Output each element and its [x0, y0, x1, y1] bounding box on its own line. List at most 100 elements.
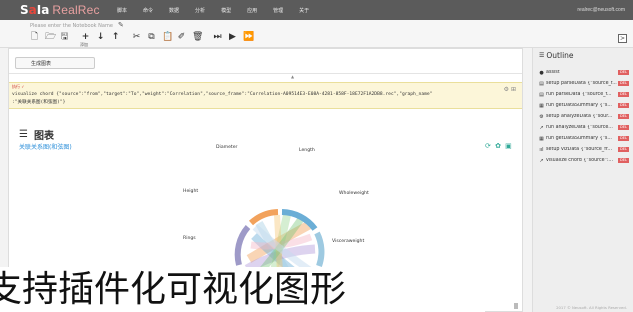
collapse-arrow-icon[interactable]: ▲ [291, 74, 294, 79]
brush-icon[interactable]: ✐ [177, 32, 186, 43]
code-line-1[interactable]: visualize chord {"source":"from","target… [12, 92, 432, 97]
outline-item-label: visualize chord {"source":... [546, 158, 613, 163]
outline-list-icon: ☰ [539, 52, 545, 59]
chord-label-diameter: Diameter [216, 145, 238, 150]
outline-item-label: setup analyzeData {"sour... [546, 114, 613, 119]
logo-text: RealRec [52, 3, 100, 17]
move-up-icon[interactable]: ↑ [111, 32, 120, 43]
save-icon[interactable]: 🖫 [60, 32, 69, 43]
list-icon: ☰ [19, 128, 28, 140]
outline-item-label: run getDataSummary {"s... [546, 136, 612, 141]
run-all-icon[interactable]: ⏩ [243, 32, 254, 43]
outline-item[interactable]: ● assist DEL [537, 67, 632, 78]
cut-icon[interactable]: ✂ [132, 32, 141, 43]
copyright-text: 2017 © Neusoft. All Rights Reserved. [556, 305, 627, 310]
paste-icon[interactable]: 📋 [162, 32, 173, 43]
app-logo[interactable]: SaIa RealRec [20, 3, 100, 17]
outline-delete-badge[interactable]: DEL [618, 70, 630, 75]
code-line-2[interactable]: :"关联关系图(和弦图)"} [12, 99, 65, 105]
outline-item[interactable]: ▤ setup parseData {"source_f... DEL [537, 78, 632, 89]
run-icon[interactable]: ▶ [228, 32, 237, 43]
outline-panel: ☰ Outline ● assist DEL ▤ setup parseData… [532, 48, 633, 312]
file-icon: ▤ [539, 80, 544, 87]
outline-delete-badge[interactable]: DEL [618, 125, 630, 130]
chord-label-visceraweight: Visceraweight [332, 239, 365, 244]
chord-arc-diameter [248, 209, 279, 226]
outline-item-label: setup parseData {"source_f... [546, 81, 617, 86]
outline-delete-badge[interactable]: DEL [618, 103, 630, 108]
chord-label-height: Height [183, 189, 199, 194]
step-icon[interactable]: ⏭ [213, 32, 222, 43]
file-icon: ▤ [539, 91, 544, 98]
open-folder-icon[interactable]: 🗁 [45, 32, 56, 43]
table-icon: ▦ [539, 102, 544, 109]
outline-delete-badge[interactable]: DEL [618, 158, 630, 163]
nav-item-about[interactable]: 关于 [299, 7, 309, 14]
outline-list: ● assist DEL ▤ setup parseData {"source_… [537, 67, 632, 166]
chord-label-length: Length [299, 148, 315, 153]
outline-item-label: setup vizData {"source_fr... [546, 147, 612, 152]
table-icon: ▦ [539, 135, 544, 142]
outline-item[interactable]: ▤ run parseData {"source_f... DEL [537, 89, 632, 100]
gear-icon: ⚙ [539, 113, 544, 120]
outline-item-label: run getDataSummary {"s... [546, 103, 612, 108]
cell-status: 执行 ✓ [12, 84, 25, 89]
chord-label-wholeweight: Wholeweight [339, 191, 369, 196]
add-cell-icon[interactable]: + [81, 32, 90, 43]
outline-item-label: run parseData {"source_f... [546, 92, 612, 97]
notebook-name-input[interactable]: Please enter the Notebook Name [30, 23, 113, 29]
outline-item-label: assist [546, 70, 560, 75]
outline-delete-badge[interactable]: DEL [618, 114, 630, 119]
outline-delete-badge[interactable]: DEL [618, 147, 630, 152]
chart-header: ☰ 图表 [19, 127, 54, 142]
notebook-header: Please enter the Notebook Name ✎ 🗋 🗁 🖫 +… [0, 20, 633, 48]
notebook-toolbar: 🗋 🗁 🖫 + ↓ ↑ ✂ ⧉ 📋 ✐ 🗑 ⏭ ▶ ⏩ [30, 31, 258, 43]
caption-banner: 支持插件化可视化图形 [0, 267, 485, 312]
nav-item-model[interactable]: 模型 [221, 7, 231, 14]
dot-icon: ● [539, 69, 544, 76]
nav-item-script[interactable]: 脚本 [117, 7, 127, 14]
scrollbar-thumb[interactable] [514, 303, 518, 309]
move-down-icon[interactable]: ↓ [96, 32, 105, 43]
outline-item[interactable]: ⚙ setup analyzeData {"sour... DEL [537, 111, 632, 122]
account-email[interactable]: realrec@neusoft.com [577, 7, 625, 13]
chart-line-icon: ↗ [539, 157, 544, 164]
outline-item[interactable]: ↗ run analyzeData {"source... DEL [537, 122, 632, 133]
nav-item-application[interactable]: 应用 [247, 7, 257, 14]
chord-arc-wholeweight [314, 231, 325, 268]
outline-title: Outline [546, 51, 574, 60]
logo-mark: SaIa [20, 3, 50, 17]
cell-divider [9, 73, 522, 74]
outline-delete-badge[interactable]: DEL [618, 81, 630, 86]
outline-delete-badge[interactable]: DEL [618, 92, 630, 97]
nav-item-analysis[interactable]: 分析 [195, 7, 205, 14]
chord-arc-height [234, 225, 251, 266]
pencil-icon[interactable]: ✎ [118, 21, 124, 29]
chart-line-icon: ↗ [539, 124, 544, 131]
outline-item[interactable]: ▦ run getDataSummary {"s... DEL [537, 133, 632, 144]
chart-subtitle: 关联关系图(和弦图) [19, 144, 72, 151]
outline-item-label: run analyzeData {"source... [546, 125, 613, 130]
chord-label-rings: Rings [183, 236, 196, 241]
cell-settings-icon[interactable]: ⚙ ⊞ [504, 86, 516, 93]
nav-item-command[interactable]: 命令 [143, 7, 153, 14]
delete-icon[interactable]: 🗑 [192, 32, 203, 43]
outline-item[interactable]: ııl setup vizData {"source_fr... DEL [537, 144, 632, 155]
nav-item-admin[interactable]: 管理 [273, 7, 283, 14]
copy-icon[interactable]: ⧉ [147, 32, 156, 43]
outline-header: ☰ Outline [539, 51, 574, 60]
bar-chart-icon: ııl [539, 146, 544, 153]
new-file-icon[interactable]: 🗋 [30, 32, 39, 43]
generate-chart-cell[interactable]: 生成图表 [15, 57, 95, 69]
nav-item-data[interactable]: 数据 [169, 7, 179, 14]
generate-chart-button[interactable]: 生成图表 [31, 60, 51, 67]
chart-tools-icons[interactable]: ⟳ ✿ ▣ [485, 142, 513, 150]
outline-item[interactable]: ▦ run getDataSummary {"s... DEL [537, 100, 632, 111]
chart-heading: 图表 [33, 131, 54, 142]
code-cell[interactable]: 执行 ✓ visualize chord {"source":"from","t… [9, 82, 522, 109]
outline-delete-badge[interactable]: DEL [618, 136, 630, 141]
expand-panel-button[interactable]: > [618, 34, 627, 43]
top-nav-bar: SaIa RealRec 脚本 命令 数据 分析 模型 应用 管理 关于 rea… [0, 0, 633, 20]
outline-item[interactable]: ↗ visualize chord {"source":... DEL [537, 155, 632, 166]
caption-text: 支持插件化可视化图形 [0, 269, 347, 310]
